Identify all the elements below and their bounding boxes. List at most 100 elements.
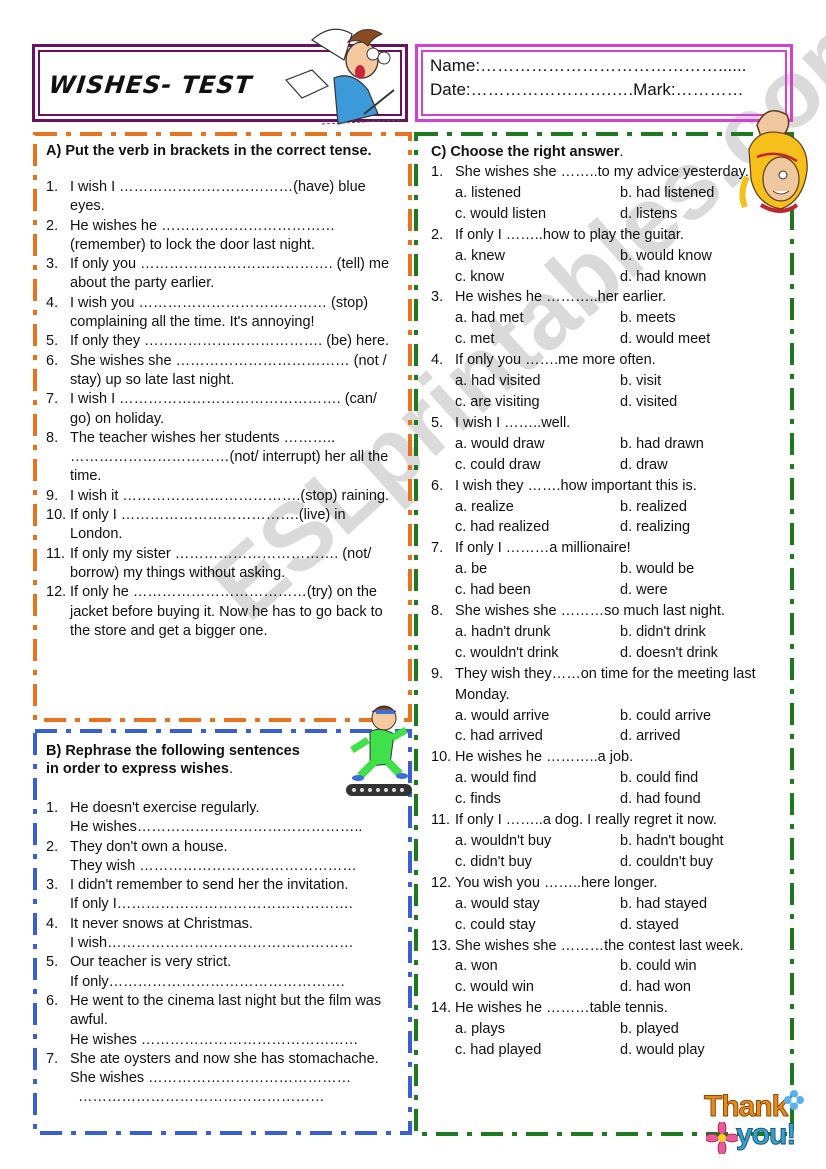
option-a[interactable]: a. wouldn't buy	[455, 831, 620, 852]
option-b[interactable]: b. could win	[620, 956, 697, 977]
option-a[interactable]: a. hadn't drunk	[455, 622, 620, 643]
option-b[interactable]: b. realized	[620, 497, 687, 518]
option-d[interactable]: d. stayed	[620, 915, 679, 936]
answer-line[interactable]: She wishes ……………………………………	[70, 1069, 396, 1088]
option-d[interactable]: d. doesn't drink	[620, 643, 718, 664]
option-d[interactable]: d. were	[620, 580, 668, 601]
option-c[interactable]: c. would listen	[455, 204, 620, 225]
answer-line[interactable]: I wish……………………………………………	[70, 934, 396, 953]
question-text[interactable]: If only they ………………………………. (be) here.	[70, 332, 396, 351]
options-row: c. didn't buy d. couldn't buy	[431, 852, 781, 873]
option-b[interactable]: b. had drawn	[620, 434, 704, 455]
option-d[interactable]: d. draw	[620, 455, 668, 476]
question-number: 1.	[46, 800, 59, 816]
option-d[interactable]: d. would play	[620, 1040, 705, 1061]
option-d[interactable]: d. had known	[620, 267, 706, 288]
option-d[interactable]: d. would meet	[620, 329, 710, 350]
option-c[interactable]: c. had been	[455, 580, 620, 601]
section-c-heading: C) Choose the right answer.	[431, 143, 731, 161]
section-c-question: 1. She wishes she ……..to my advice yester…	[431, 162, 781, 183]
option-a[interactable]: a. knew	[455, 246, 620, 267]
option-c[interactable]: c. are visiting	[455, 392, 620, 413]
question-text[interactable]: I wish you ………………………………… (stop) complain…	[70, 294, 396, 333]
option-c[interactable]: c. finds	[455, 789, 620, 810]
option-d[interactable]: d. listens	[620, 204, 677, 225]
date-mark-field[interactable]: Date:…………………….….Mark:…………	[430, 80, 744, 100]
option-c[interactable]: c. had arrived	[455, 726, 620, 747]
option-b[interactable]: b. played	[620, 1019, 679, 1040]
answer-line[interactable]: ……………………………………………	[70, 1088, 396, 1107]
option-c[interactable]: c. could draw	[455, 455, 620, 476]
option-b[interactable]: b. hadn't bought	[620, 831, 724, 852]
name-field[interactable]: Name:……………………………………......	[430, 56, 746, 76]
section-b-question: 7. She ate oysters and now she has stomac…	[46, 1050, 396, 1108]
option-a[interactable]: a. listened	[455, 183, 620, 204]
option-c[interactable]: c. know	[455, 267, 620, 288]
option-c[interactable]: c. wouldn't drink	[455, 643, 620, 664]
option-a[interactable]: a. plays	[455, 1019, 620, 1040]
option-b[interactable]: b. could find	[620, 768, 698, 789]
option-d[interactable]: d. visited	[620, 392, 677, 413]
options-row: c. wouldn't drink d. doesn't drink	[431, 643, 781, 664]
option-a[interactable]: a. had met	[455, 308, 620, 329]
question-text[interactable]: I wish I ………………………………………. (can/ go) on h…	[70, 390, 396, 429]
answer-line[interactable]: If only………………………………………….	[70, 973, 396, 992]
section-a-question: 4. I wish you ………………………………… (stop) compla…	[46, 294, 396, 333]
option-c[interactable]: c. had played	[455, 1040, 620, 1061]
section-b-list: 1. He doesn't exercise regularly. He wishe…	[46, 799, 396, 1108]
option-d[interactable]: d. had found	[620, 789, 701, 810]
question-number: 8.	[431, 603, 444, 620]
option-b[interactable]: b. didn't drink	[620, 622, 706, 643]
question-text[interactable]: If only you …………………………………. (tell) me abo…	[70, 255, 396, 294]
option-a[interactable]: a. would find	[455, 768, 620, 789]
option-b[interactable]: b. would be	[620, 559, 694, 580]
answer-line[interactable]: If only I………………………………………….	[70, 895, 396, 914]
section-b-heading-tail: .	[228, 761, 233, 777]
option-a[interactable]: a. had visited	[455, 371, 620, 392]
question-text[interactable]: He wishes he ……………………………… (remember) to …	[70, 217, 396, 256]
section-c-question: 9. They wish they……on time for the meetin…	[431, 664, 781, 706]
option-d[interactable]: d. realizing	[620, 517, 690, 538]
option-b[interactable]: b. had stayed	[620, 894, 707, 915]
question-text[interactable]: If only I ……………………………….(live) in London.	[70, 506, 396, 545]
question-text[interactable]: I wish I ………………………………(have) blue eyes.	[70, 178, 396, 217]
option-a[interactable]: a. would arrive	[455, 706, 620, 727]
option-a[interactable]: a. be	[455, 559, 620, 580]
answer-line[interactable]: He wishes………………………………………..	[70, 818, 396, 837]
option-d[interactable]: d. arrived	[620, 726, 680, 747]
option-b[interactable]: b. visit	[620, 371, 661, 392]
answer-line[interactable]: They wish ………………………………………	[70, 857, 396, 876]
options-row: a. hadn't drunk b. didn't drink	[431, 622, 781, 643]
question-text[interactable]: If only my sister ……………………………. (not/ bor…	[70, 545, 396, 584]
option-c[interactable]: c. didn't buy	[455, 852, 620, 873]
prompt-sentence: Our teacher is very strict.	[70, 954, 232, 971]
options-row: c. finds d. had found	[431, 789, 781, 810]
section-a-question: 6. She wishes she ……………………………… (not / sta…	[46, 352, 396, 391]
question-text[interactable]: The teacher wishes her students ……….. ………	[70, 429, 396, 487]
section-c-question: 4. If only you …….me more often.	[431, 350, 781, 371]
option-c[interactable]: c. would win	[455, 977, 620, 998]
question-text: If only I ……..how to play the guitar.	[455, 226, 684, 243]
section-c-question: 3. He wishes he ………..her earlier.	[431, 287, 781, 308]
section-c-heading-tail: .	[619, 144, 624, 160]
option-c[interactable]: c. could stay	[455, 915, 620, 936]
option-c[interactable]: c. met	[455, 329, 620, 350]
option-a[interactable]: a. realize	[455, 497, 620, 518]
question-text[interactable]: If only he ………………………………(try) on the jack…	[70, 583, 396, 641]
option-a[interactable]: a. would draw	[455, 434, 620, 455]
option-b[interactable]: b. could arrive	[620, 706, 711, 727]
answer-line[interactable]: He wishes ………………………………………	[70, 1031, 396, 1050]
option-a[interactable]: a. would stay	[455, 894, 620, 915]
option-b[interactable]: b. meets	[620, 308, 676, 329]
question-text[interactable]: I wish it ……………………………….(stop) raining.	[70, 487, 396, 506]
section-a-list: 1. I wish I ………………………………(have) blue eyes.…	[46, 178, 396, 641]
option-d[interactable]: d. couldn't buy	[620, 852, 713, 873]
option-b[interactable]: b. would know	[620, 246, 712, 267]
stressed-teacher-icon	[284, 28, 403, 125]
option-d[interactable]: d. had won	[620, 977, 691, 998]
option-c[interactable]: c. had realized	[455, 517, 620, 538]
question-text[interactable]: She wishes she ……………………………… (not / stay)…	[70, 352, 396, 391]
option-a[interactable]: a. won	[455, 956, 620, 977]
question-number: 3.	[46, 256, 59, 273]
option-b[interactable]: b. had listened	[620, 183, 714, 204]
